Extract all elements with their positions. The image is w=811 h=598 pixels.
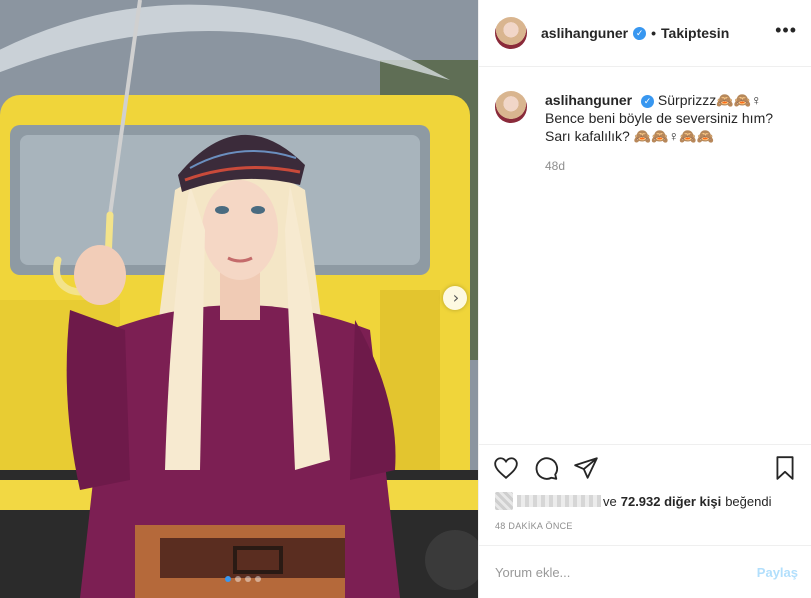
caption-first-line: aslihanguner ✓ Sürprizzz🙈🙈♀: [545, 91, 773, 109]
caption-text: Sürprizzz🙈🙈♀: [657, 92, 762, 108]
post-header: aslihanguner ✓ • Takiptesin •••: [479, 0, 811, 67]
likes-count[interactable]: 72.932 diğer kişi: [621, 494, 721, 509]
caption: aslihanguner ✓ Sürprizzz🙈🙈♀ Bence beni b…: [495, 91, 795, 175]
liker-avatar[interactable]: [495, 492, 513, 510]
carousel-next-button[interactable]: ›: [443, 286, 467, 310]
author-avatar[interactable]: [495, 17, 527, 49]
carousel-dot: [235, 576, 241, 582]
more-options-icon[interactable]: •••: [775, 21, 797, 39]
caption-age[interactable]: 48d: [545, 157, 773, 175]
photo-illustration: [0, 0, 478, 598]
likes-summary: ve 72.932 diğer kişi beğendi: [495, 492, 771, 510]
post-side-panel: aslihanguner ✓ • Takiptesin ••• aslihang…: [478, 0, 811, 598]
instagram-post: › aslihanguner ✓ • Takiptesin ••• asliha…: [0, 0, 811, 598]
next-arrow-icon: ›: [452, 288, 460, 307]
bookmark-icon[interactable]: [772, 455, 798, 481]
comments-section: aslihanguner ✓ Sürprizzz🙈🙈♀ Bence beni b…: [479, 67, 811, 175]
header-separator: •: [651, 25, 657, 41]
carousel-dot: [255, 576, 261, 582]
comment-input[interactable]: [495, 564, 757, 580]
author-username[interactable]: aslihanguner: [541, 25, 628, 41]
caption-avatar[interactable]: [495, 91, 527, 123]
action-bar: [479, 444, 811, 481]
caption-username[interactable]: aslihanguner: [545, 92, 632, 108]
caption-text: Sarı kafalılık? 🙈🙈♀🙈🙈: [545, 128, 714, 144]
caption-body: aslihanguner ✓ Sürprizzz🙈🙈♀ Bence beni b…: [545, 91, 773, 175]
comment-form: Paylaş: [479, 545, 811, 598]
verified-icon: ✓: [633, 26, 647, 40]
carousel-dot: [245, 576, 251, 582]
heart-icon[interactable]: [493, 455, 519, 481]
carousel-dot: [225, 576, 231, 582]
verified-icon: ✓: [641, 94, 655, 108]
caption-text: Bence beni böyle de seversiniz hım?: [545, 110, 774, 126]
post-timestamp[interactable]: 48 DAKİKA ÖNCE: [495, 521, 573, 531]
liker-name-redacted[interactable]: [517, 495, 601, 507]
comment-icon[interactable]: [533, 455, 559, 481]
share-icon[interactable]: [573, 455, 599, 481]
carousel-indicator: [225, 576, 261, 582]
post-comment-button[interactable]: Paylaş: [757, 565, 798, 580]
likes-connector: ve: [603, 493, 617, 509]
follow-status[interactable]: Takiptesin: [661, 25, 729, 41]
likes-suffix: beğendi: [725, 493, 772, 509]
post-photo[interactable]: ›: [0, 0, 478, 598]
